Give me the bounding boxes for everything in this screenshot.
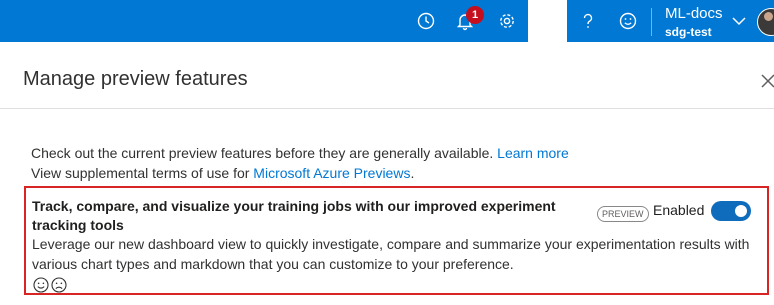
clock-icon[interactable] <box>414 9 438 33</box>
frown-icon[interactable] <box>51 277 67 293</box>
account-switcher[interactable]: ML-docs sdg-test <box>665 6 723 38</box>
panel-title: Manage preview features <box>23 68 248 90</box>
help-icon[interactable] <box>576 9 600 33</box>
close-icon[interactable] <box>760 73 774 89</box>
intro-line-2: View supplemental terms of use for <box>31 165 250 181</box>
toggle-knob <box>735 205 747 217</box>
feature-toggle[interactable] <box>711 201 751 221</box>
feedback-faces <box>33 277 67 293</box>
top-bar-left <box>0 0 528 42</box>
azure-previews-link[interactable]: Microsoft Azure Previews <box>253 165 410 181</box>
top-bar-divider <box>651 8 652 36</box>
smile-icon[interactable] <box>33 277 49 293</box>
intro-line-1: Check out the current preview features b… <box>31 145 494 161</box>
feature-card: Track, compare, and visualize your train… <box>24 186 769 295</box>
header-divider <box>0 108 774 109</box>
intro-period: . <box>410 165 415 181</box>
feature-description: Leverage our new dashboard view to quick… <box>32 236 750 272</box>
top-bar: 1 ML-docs sdg-test <box>0 0 774 42</box>
feedback-smiley-icon[interactable] <box>616 9 640 33</box>
chevron-down-icon[interactable] <box>731 13 747 29</box>
notification-badge: 1 <box>466 6 484 24</box>
learn-more-link[interactable]: Learn more <box>497 145 569 161</box>
feature-title: Track, compare, and visualize your train… <box>32 198 556 233</box>
account-name: ML-docs <box>665 5 723 22</box>
gear-icon[interactable] <box>495 9 519 33</box>
enabled-label: Enabled <box>653 202 705 218</box>
account-directory: sdg-test <box>665 25 712 39</box>
intro-text: Check out the current preview features b… <box>31 143 569 183</box>
avatar-face <box>764 12 773 21</box>
preview-tag: PREVIEW <box>597 206 649 222</box>
